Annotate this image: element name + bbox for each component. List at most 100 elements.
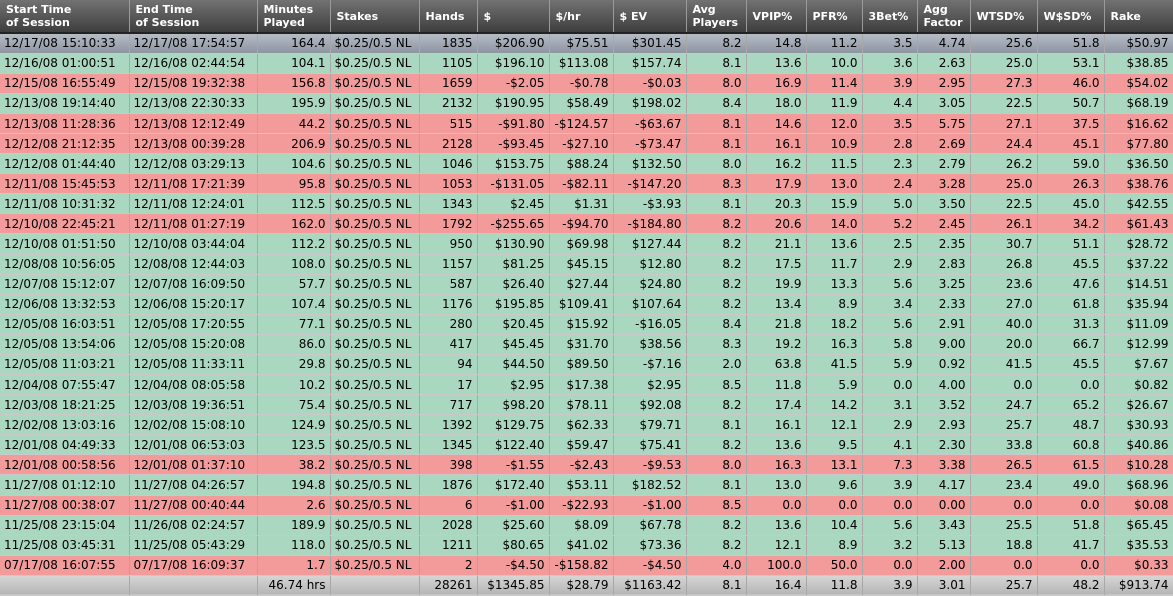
session-row[interactable]: 11/25/08 23:15:04 11/26/08 02:24:57 189.9 $… — [0, 515, 1173, 536]
cell-pfr: 13.1 — [806, 454, 863, 476]
session-row[interactable]: 12/13/08 19:14:40 12/13/08 22:30:33 195.9 $… — [0, 93, 1173, 115]
session-row[interactable]: 12/01/08 00:58:56 12/01/08 01:37:10 38.2 $0… — [0, 454, 1173, 476]
cell-dollars: -$93.45 — [477, 133, 550, 155]
session-row[interactable]: 12/06/08 13:32:53 12/06/08 15:20:17 107.4 $… — [0, 294, 1173, 315]
cell-dollars: -$255.65 — [477, 213, 550, 235]
session-row[interactable]: 07/17/08 16:07:55 07/17/08 16:09:37 1.7 $0.… — [0, 555, 1173, 576]
total-agg-factor: 3.01 — [917, 574, 971, 596]
cell-wsd: 41.7 — [1037, 535, 1105, 556]
session-row[interactable]: 12/05/08 11:03:21 12/05/08 11:33:11 29.8 $0… — [0, 354, 1173, 376]
cell-vpip: 16.1 — [746, 414, 807, 436]
session-row[interactable]: 11/27/08 00:38:07 11/27/08 00:40:44 2.6 $0.… — [0, 495, 1173, 516]
session-row[interactable]: 12/17/08 15:10:33 12/17/08 17:54:57 164.4 $… — [0, 33, 1173, 54]
total-avg-players: 8.1 — [686, 574, 747, 596]
cell-three-bet: 3.9 — [862, 73, 918, 94]
session-row[interactable]: 12/15/08 16:55:49 12/15/08 19:32:38 156.8 $… — [0, 73, 1173, 94]
column-header-pfr[interactable]: PFR% — [806, 0, 863, 34]
cell-dollars-ev: $38.56 — [613, 334, 687, 355]
session-row[interactable]: 12/07/08 15:12:07 12/07/08 16:09:50 57.7 $0… — [0, 274, 1173, 295]
column-header-end-time[interactable]: End Time of Session — [129, 0, 258, 34]
column-header-agg-factor[interactable]: Agg Factor — [917, 0, 971, 34]
total-three-bet: 3.9 — [862, 574, 918, 596]
column-header-vpip[interactable]: VPIP% — [746, 0, 807, 34]
cell-dollars-ev: -$4.50 — [613, 555, 687, 576]
cell-rake: $0.82 — [1104, 374, 1173, 396]
cell-avg-players: 8.2 — [686, 233, 747, 255]
cell-start-time: 12/13/08 19:14:40 — [0, 93, 130, 115]
cell-agg-factor: 5.75 — [917, 113, 971, 135]
cell-wsd: 34.2 — [1037, 213, 1105, 235]
cell-dollars-per-hour: -$124.57 — [549, 113, 614, 135]
column-header-start-time[interactable]: Start Time of Session — [0, 0, 130, 34]
cell-agg-factor: 0.00 — [917, 495, 971, 516]
cell-vpip: 17.4 — [746, 394, 807, 416]
cell-end-time: 12/13/08 22:30:33 — [129, 93, 258, 115]
cell-hands: 17 — [419, 374, 478, 396]
column-header-dollars-ev[interactable]: $ EV — [613, 0, 687, 34]
session-row[interactable]: 12/10/08 01:51:50 12/10/08 03:44:04 112.2 $… — [0, 233, 1173, 255]
cell-wtsd: 0.0 — [970, 495, 1038, 516]
column-header-wsd[interactable]: W$SD% — [1037, 0, 1105, 34]
column-header-rake[interactable]: Rake — [1104, 0, 1173, 34]
cell-three-bet: 7.3 — [862, 454, 918, 476]
column-header-stakes[interactable]: Stakes — [330, 0, 420, 34]
cell-dollars-ev: $157.74 — [613, 53, 687, 74]
total-hands: 28261 — [419, 574, 478, 596]
column-header-wtsd[interactable]: WTSD% — [970, 0, 1038, 34]
cell-dollars: -$1.55 — [477, 454, 550, 476]
cell-hands: 1345 — [419, 434, 478, 456]
cell-wsd: 61.8 — [1037, 294, 1105, 315]
session-row[interactable]: 12/05/08 13:54:06 12/05/08 15:20:08 86.0 $0… — [0, 334, 1173, 355]
session-row[interactable]: 12/12/08 01:44:40 12/12/08 03:29:13 104.6 $… — [0, 153, 1173, 175]
cell-hands: 950 — [419, 233, 478, 255]
session-row[interactable]: 12/04/08 07:55:47 12/04/08 08:05:58 10.2 $0… — [0, 374, 1173, 396]
session-row[interactable]: 12/12/08 21:12:35 12/13/08 00:39:28 206.9 $… — [0, 133, 1173, 155]
session-row[interactable]: 12/02/08 13:03:16 12/02/08 15:08:10 124.9 $… — [0, 414, 1173, 436]
cell-pfr: 10.0 — [806, 53, 863, 74]
cell-hands: 1176 — [419, 294, 478, 315]
cell-pfr: 11.7 — [806, 254, 863, 275]
column-header-hands[interactable]: Hands — [419, 0, 478, 34]
cell-end-time: 12/01/08 06:53:03 — [129, 434, 258, 456]
cell-minutes-played: 86.0 — [257, 334, 331, 355]
session-row[interactable]: 12/01/08 04:49:33 12/01/08 06:53:03 123.5 $… — [0, 434, 1173, 456]
column-header-dollars[interactable]: $ — [477, 0, 550, 34]
session-row[interactable]: 12/08/08 10:56:05 12/08/08 12:44:03 108.0 $… — [0, 254, 1173, 275]
cell-stakes: $0.25/0.5 NL — [330, 434, 420, 456]
cell-stakes: $0.25/0.5 NL — [330, 555, 420, 576]
cell-stakes: $0.25/0.5 NL — [330, 153, 420, 175]
session-row[interactable]: 12/03/08 18:21:25 12/03/08 19:36:51 75.4 $0… — [0, 394, 1173, 416]
session-row[interactable]: 12/11/08 10:31:32 12/11/08 12:24:01 112.5 $… — [0, 193, 1173, 215]
cell-start-time: 11/25/08 23:15:04 — [0, 515, 130, 536]
session-row[interactable]: 12/16/08 01:00:51 12/16/08 02:44:54 104.1 $… — [0, 53, 1173, 74]
cell-wtsd: 24.4 — [970, 133, 1038, 155]
cell-rake: $77.80 — [1104, 133, 1173, 155]
cell-rake: $7.67 — [1104, 354, 1173, 376]
cell-wsd: 51.8 — [1037, 33, 1105, 54]
cell-vpip: 11.8 — [746, 374, 807, 396]
session-row[interactable]: 11/25/08 03:45:31 11/25/08 05:43:29 118.0 $… — [0, 535, 1173, 556]
cell-wtsd: 23.4 — [970, 474, 1038, 496]
session-row[interactable]: 12/13/08 11:28:36 12/13/08 12:12:49 44.2 $0… — [0, 113, 1173, 135]
total-minutes-played: 46.74 hrs — [257, 574, 331, 596]
session-row[interactable]: 12/05/08 16:03:51 12/05/08 17:20:55 77.1 $0… — [0, 314, 1173, 335]
session-row[interactable]: 12/11/08 15:45:53 12/11/08 17:21:39 95.8 $0… — [0, 173, 1173, 195]
cell-stakes: $0.25/0.5 NL — [330, 374, 420, 396]
cell-rake: $38.76 — [1104, 173, 1173, 195]
cell-three-bet: 4.1 — [862, 434, 918, 456]
session-row[interactable]: 11/27/08 01:12:10 11/27/08 04:26:57 194.8 $… — [0, 474, 1173, 496]
cell-vpip: 19.2 — [746, 334, 807, 355]
cell-stakes: $0.25/0.5 NL — [330, 33, 420, 54]
cell-end-time: 12/13/08 00:39:28 — [129, 133, 258, 155]
column-header-avg-players[interactable]: Avg Players — [686, 0, 747, 34]
cell-end-time: 12/05/08 11:33:11 — [129, 354, 258, 376]
cell-wsd: 48.7 — [1037, 414, 1105, 436]
cell-dollars-per-hour: $15.92 — [549, 314, 614, 335]
cell-stakes: $0.25/0.5 NL — [330, 213, 420, 235]
cell-three-bet: 3.5 — [862, 113, 918, 135]
cell-three-bet: 5.6 — [862, 515, 918, 536]
column-header-dollars-per-hour[interactable]: $/hr — [549, 0, 614, 34]
session-row[interactable]: 12/10/08 22:45:21 12/11/08 01:27:19 162.0 $… — [0, 213, 1173, 235]
column-header-three-bet[interactable]: 3Bet% — [862, 0, 918, 34]
column-header-minutes-played[interactable]: Minutes Played — [257, 0, 331, 34]
